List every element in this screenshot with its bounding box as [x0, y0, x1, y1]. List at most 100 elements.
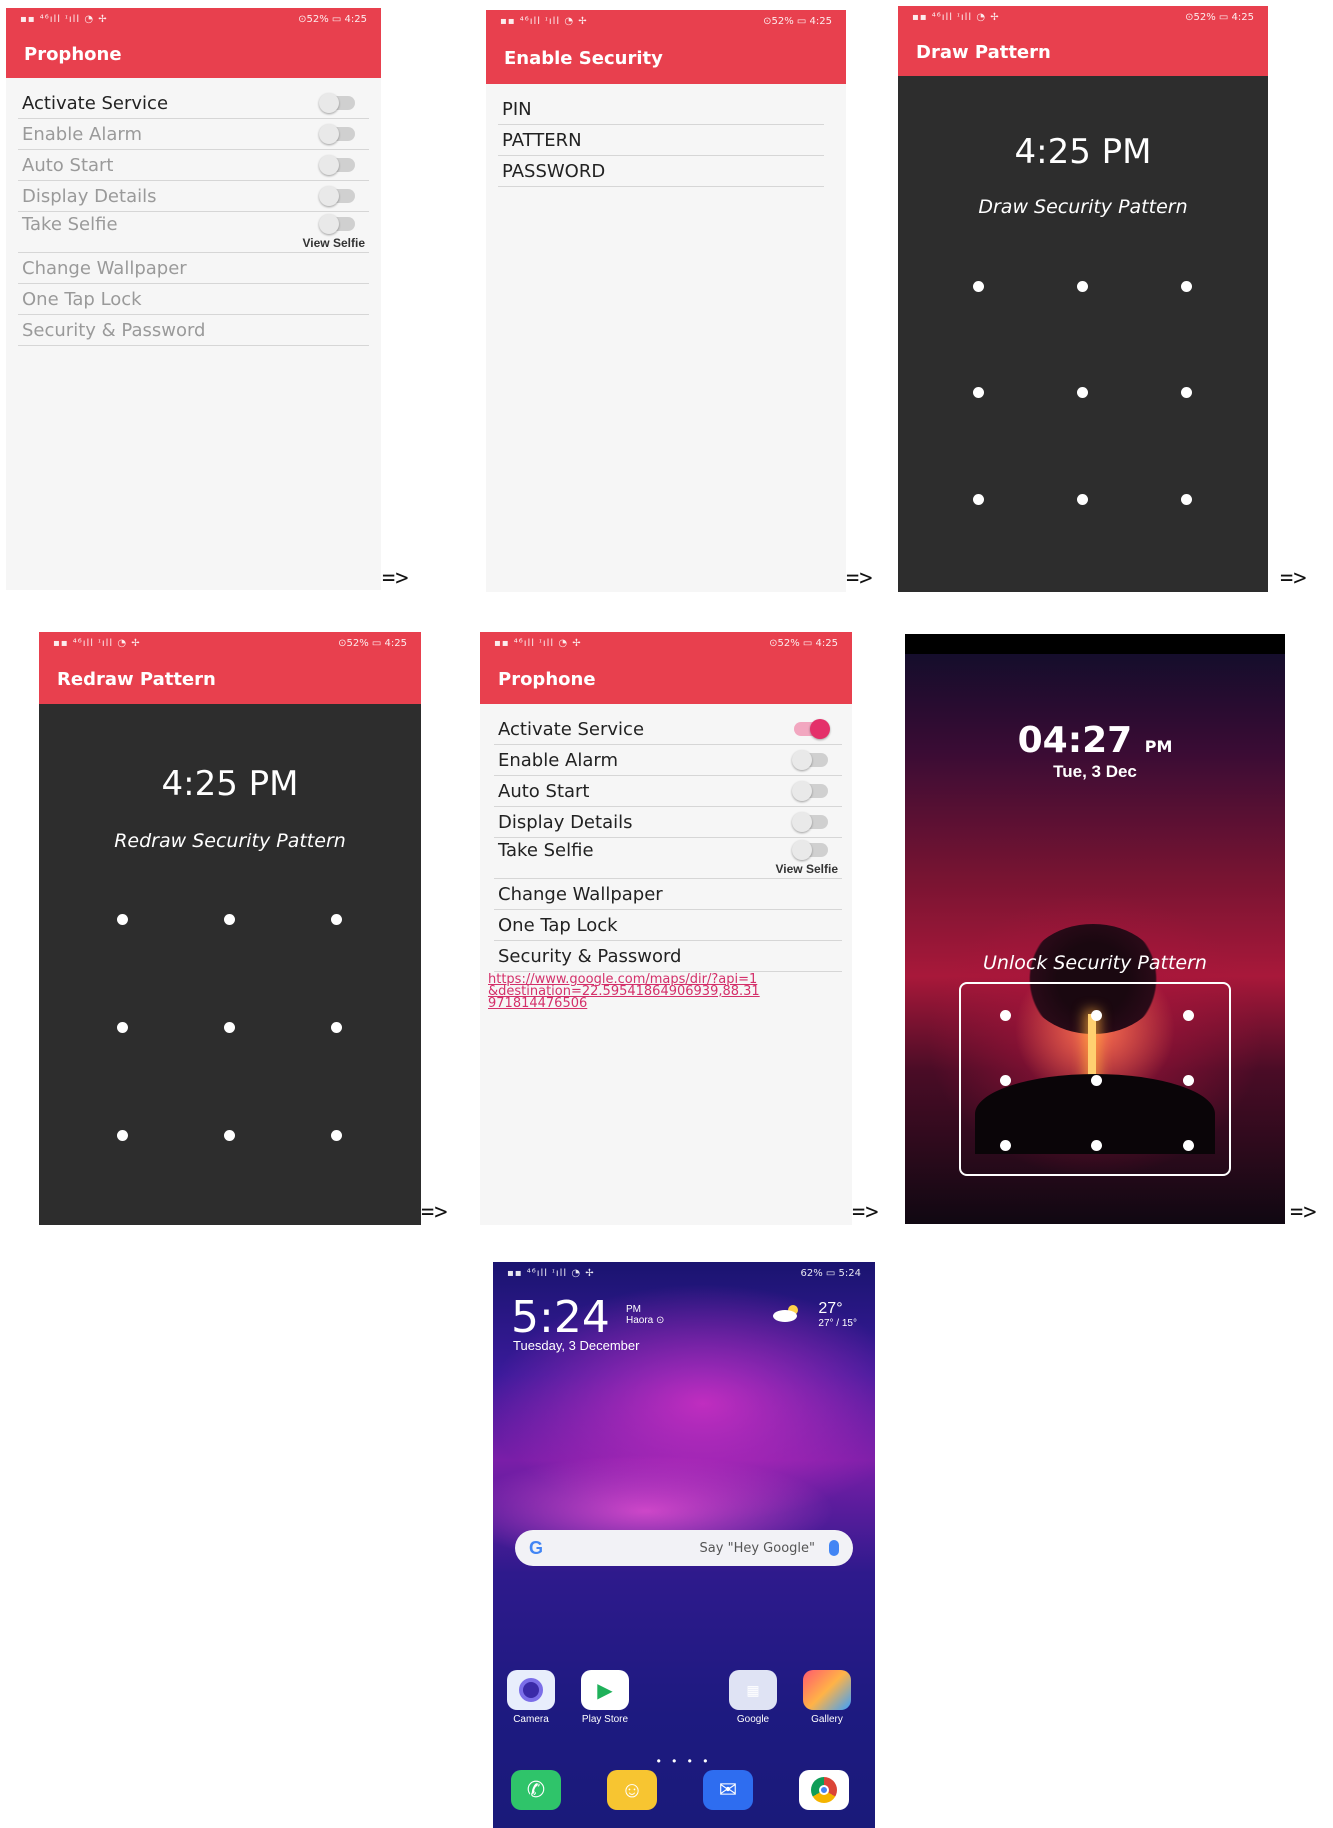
google-search-bar[interactable]: G Say "Hey Google" [515, 1530, 853, 1566]
setting-activate-service[interactable]: Activate Service [18, 88, 369, 119]
setting-change-wallpaper[interactable]: Change Wallpaper [18, 253, 369, 284]
pattern-dot[interactable] [117, 914, 128, 925]
display-details-toggle[interactable] [319, 186, 355, 206]
pattern-dot[interactable] [1000, 1075, 1011, 1086]
option-pin[interactable]: PIN [498, 94, 824, 125]
pattern-dot[interactable] [1000, 1140, 1011, 1151]
chrome-icon[interactable] [799, 1770, 849, 1810]
flow-arrow: => [852, 1200, 879, 1225]
flow-arrow: => [421, 1200, 448, 1225]
instruction-text: Redraw Security Pattern [114, 830, 346, 852]
setting-auto-start[interactable]: Auto Start [18, 150, 369, 181]
app-play-store[interactable]: ▶ Play Store [575, 1670, 635, 1725]
status-bar: ▪▪ ⁴⁶ıll ᶦıll ◔ ✢ 62% ▭ 5:24 [493, 1262, 875, 1284]
instruction-text: Unlock Security Pattern [983, 952, 1207, 974]
pattern-dot[interactable] [1077, 387, 1088, 398]
pattern-dot[interactable] [1181, 494, 1192, 505]
app-gallery[interactable]: Gallery [797, 1670, 857, 1725]
gallery-icon [803, 1670, 851, 1710]
setting-display-details[interactable]: Display Details [494, 807, 842, 838]
clock-time: 4:25 PM [1014, 132, 1152, 172]
pattern-dot[interactable] [973, 387, 984, 398]
setting-auto-start[interactable]: Auto Start [494, 776, 842, 807]
google-folder-icon: ▦ [729, 1670, 777, 1710]
camera-icon [507, 1670, 555, 1710]
home-date: Tuesday, 3 December [513, 1338, 640, 1353]
pattern-dot[interactable] [331, 1130, 342, 1141]
weather-widget[interactable]: 27° 27° / 15° [818, 1300, 857, 1329]
setting-label: Security & Password [22, 319, 206, 341]
enable-alarm-toggle[interactable] [792, 750, 828, 770]
pattern-dot[interactable] [1077, 281, 1088, 292]
pattern-dot[interactable] [117, 1130, 128, 1141]
pattern-dot[interactable] [224, 1022, 235, 1033]
pattern-dot[interactable] [224, 1130, 235, 1141]
display-details-toggle[interactable] [792, 812, 828, 832]
activate-service-toggle[interactable] [319, 93, 355, 113]
status-bar: ▪▪ ⁴⁶ıll ᶦıll ◔ ✢ ⊙52% ▭ 4:25 [6, 8, 381, 30]
pattern-dot[interactable] [331, 914, 342, 925]
home-clock[interactable]: 5:24 [511, 1292, 610, 1343]
pattern-dot[interactable] [1183, 1140, 1194, 1151]
setting-display-details[interactable]: Display Details [18, 181, 369, 212]
flow-arrow: => [382, 566, 409, 591]
setting-label: Auto Start [22, 154, 114, 176]
setting-enable-alarm[interactable]: Enable Alarm [494, 745, 842, 776]
enable-alarm-toggle[interactable] [319, 124, 355, 144]
auto-start-toggle[interactable] [319, 155, 355, 175]
pattern-dot[interactable] [1091, 1010, 1102, 1021]
setting-security-password[interactable]: Security & Password [18, 315, 369, 346]
page-indicator: • • • • [656, 1754, 712, 1768]
pattern-dot[interactable] [973, 494, 984, 505]
pattern-dot[interactable] [1183, 1010, 1194, 1021]
status-time: 62% ▭ 5:24 [800, 1267, 862, 1279]
take-selfie-toggle[interactable] [792, 840, 828, 860]
pattern-dot[interactable] [1181, 281, 1192, 292]
pattern-dot[interactable] [973, 281, 984, 292]
pattern-dot[interactable] [1181, 387, 1192, 398]
pattern-dot[interactable] [224, 914, 235, 925]
setting-security-password[interactable]: Security & Password [494, 941, 842, 972]
pattern-dot[interactable] [1183, 1075, 1194, 1086]
lock-time: 04:27 PM [905, 720, 1285, 761]
setting-enable-alarm[interactable]: Enable Alarm [18, 119, 369, 150]
app-camera[interactable]: Camera [501, 1670, 561, 1725]
setting-one-tap-lock[interactable]: One Tap Lock [18, 284, 369, 315]
phone-icon[interactable]: ✆ [511, 1770, 561, 1810]
setting-activate-service[interactable]: Activate Service [494, 714, 842, 745]
weather-range: 27° / 15° [818, 1318, 857, 1329]
weather-cloud-icon [773, 1305, 798, 1322]
contacts-icon[interactable]: ☺ [607, 1770, 657, 1810]
messages-icon[interactable]: ✉ [703, 1770, 753, 1810]
location-link[interactable]: https://www.google.com/maps/dir/?api=1&d… [480, 972, 760, 1010]
setting-label: Change Wallpaper [22, 257, 187, 279]
pattern-dot[interactable] [1091, 1075, 1102, 1086]
status-icons: ▪▪ ⁴⁶ıll ᶦıll ◔ ✢ [53, 637, 141, 649]
status-icons: ▪▪ ⁴⁶ıll ᶦıll ◔ ✢ [912, 11, 1000, 23]
status-time: ⊙52% ▭ 4:25 [763, 15, 832, 27]
mic-icon[interactable] [829, 1540, 839, 1556]
pattern-dot[interactable] [1000, 1010, 1011, 1021]
pattern-dot[interactable] [331, 1022, 342, 1033]
setting-label: One Tap Lock [22, 288, 142, 310]
home-ampm-location: PM Haora ⊙ [626, 1304, 664, 1326]
view-selfie-link[interactable]: View Selfie [18, 236, 369, 253]
setting-take-selfie[interactable]: Take Selfie [494, 838, 842, 862]
pattern-dot[interactable] [117, 1022, 128, 1033]
setting-take-selfie[interactable]: Take Selfie [18, 212, 369, 236]
take-selfie-toggle[interactable] [319, 214, 355, 234]
setting-label: Enable Alarm [22, 123, 142, 145]
screen-lock: 04:27 PM Tue, 3 Dec Unlock Security Patt… [905, 634, 1285, 1224]
setting-label: Display Details [22, 185, 157, 207]
app-google-folder[interactable]: ▦ Google [723, 1670, 783, 1725]
pattern-grid[interactable] [959, 982, 1231, 1176]
view-selfie-link[interactable]: View Selfie [494, 862, 842, 879]
option-password[interactable]: PASSWORD [498, 156, 824, 187]
option-pattern[interactable]: PATTERN [498, 125, 824, 156]
activate-service-toggle[interactable] [794, 719, 830, 739]
setting-one-tap-lock[interactable]: One Tap Lock [494, 910, 842, 941]
pattern-dot[interactable] [1091, 1140, 1102, 1151]
auto-start-toggle[interactable] [792, 781, 828, 801]
pattern-dot[interactable] [1077, 494, 1088, 505]
setting-change-wallpaper[interactable]: Change Wallpaper [494, 879, 842, 910]
